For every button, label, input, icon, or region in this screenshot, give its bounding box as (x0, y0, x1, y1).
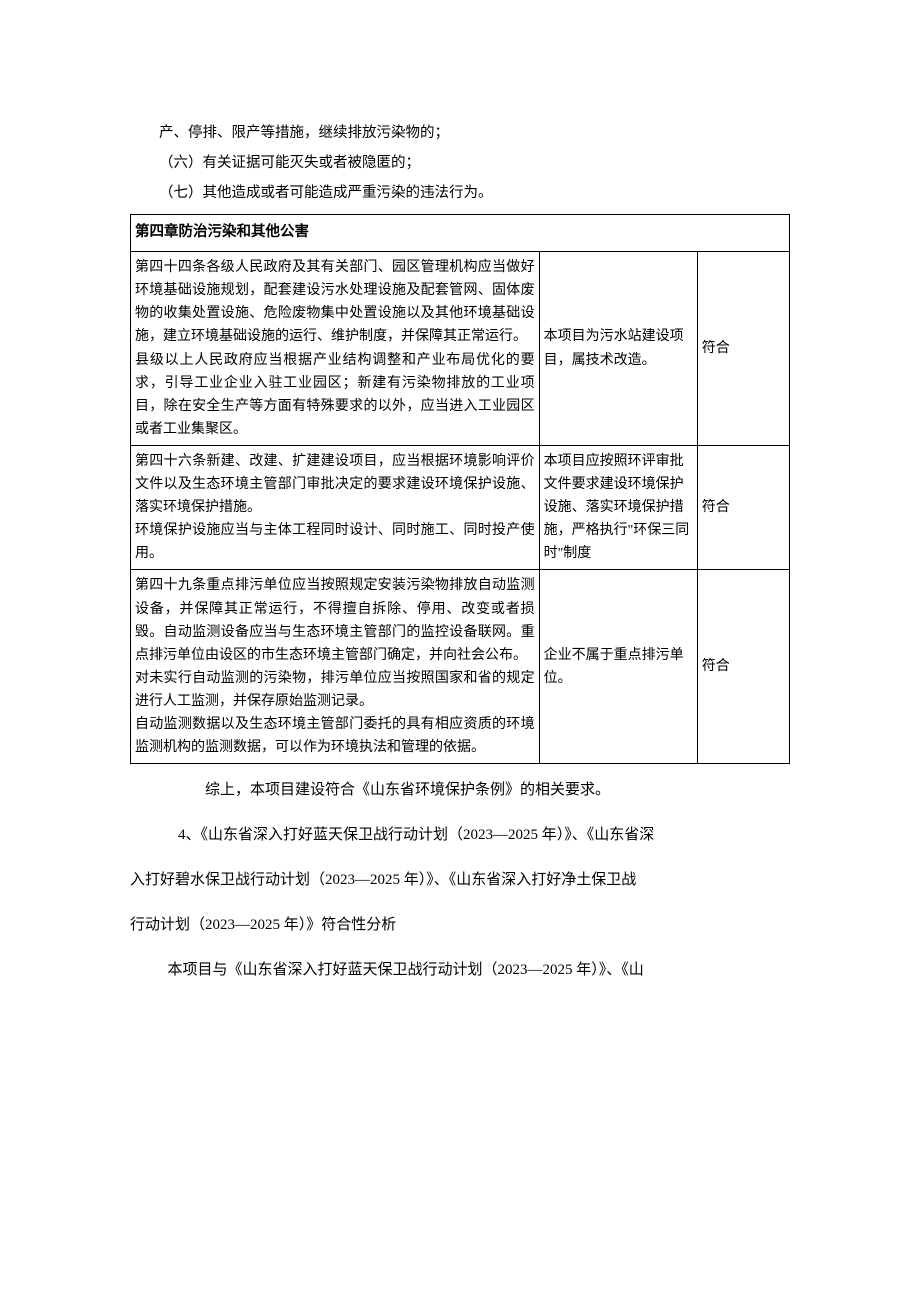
table-chapter-row: 第四章防治污染和其他公害 (131, 215, 790, 252)
project-status-cell: 本项目为污水站建设项目，属技术改造。 (539, 252, 697, 446)
intro-paragraph-block: 产、停排、限产等措施，继续排放污染物的； （六）有关证据可能灭失或者被隐匿的； … (130, 120, 790, 206)
chapter-header-cell: 第四章防治污染和其他公害 (131, 215, 790, 252)
summary-line: 综上，本项目建设符合《山东省环境保护条例》的相关要求。 (130, 774, 790, 807)
regulation-table: 第四章防治污染和其他公害 第四十四条各级人民政府及其有关部门、园区管理机构应当做… (130, 214, 790, 764)
compliance-cell: 符合 (697, 252, 789, 446)
regulation-text-cell: 第四十九条重点排污单位应当按照规定安装污染物排放自动监测设备，并保障其正常运行，… (131, 570, 540, 764)
compliance-cell: 符合 (697, 570, 789, 764)
section-heading-line2: 入打好碧水保卫战行动计划（2023—2025 年）》、《山东省深入打好净土保卫战 (130, 864, 790, 897)
project-status-cell: 企业不属于重点排污单位。 (539, 570, 697, 764)
intro-line-1: 产、停排、限产等措施，继续排放污染物的； (130, 120, 790, 146)
regulation-text-cell: 第四十六条新建、改建、扩建建设项目，应当根据环境影响评价文件以及生态环境主管部门… (131, 445, 540, 569)
document-page: 产、停排、限产等措施，继续排放污染物的； （六）有关证据可能灭失或者被隐匿的； … (0, 0, 920, 1301)
section-heading-line1: 4、《山东省深入打好蓝天保卫战行动计划（2023—2025 年）》、《山东省深 (130, 819, 790, 852)
section-heading-line3: 行动计划（2023—2025 年）》符合性分析 (130, 909, 790, 942)
compliance-cell: 符合 (697, 445, 789, 569)
after-text-block: 综上，本项目建设符合《山东省环境保护条例》的相关要求。 4、《山东省深入打好蓝天… (130, 774, 790, 987)
regulation-text-cell: 第四十四条各级人民政府及其有关部门、园区管理机构应当做好环境基础设施规划，配套建… (131, 252, 540, 446)
body-paragraph-line: 本项目与《山东省深入打好蓝天保卫战行动计划（2023—2025 年）》、《山 (130, 954, 790, 987)
intro-line-3: （七）其他造成或者可能造成严重污染的违法行为。 (130, 180, 790, 206)
table-row: 第四十九条重点排污单位应当按照规定安装污染物排放自动监测设备，并保障其正常运行，… (131, 570, 790, 764)
table-row: 第四十六条新建、改建、扩建建设项目，应当根据环境影响评价文件以及生态环境主管部门… (131, 445, 790, 569)
project-status-cell: 本项目应按照环评审批文件要求建设环境保护设施、落实环境保护措施，严格执行"环保三… (539, 445, 697, 569)
table-row: 第四十四条各级人民政府及其有关部门、园区管理机构应当做好环境基础设施规划，配套建… (131, 252, 790, 446)
intro-line-2: （六）有关证据可能灭失或者被隐匿的； (130, 150, 790, 176)
